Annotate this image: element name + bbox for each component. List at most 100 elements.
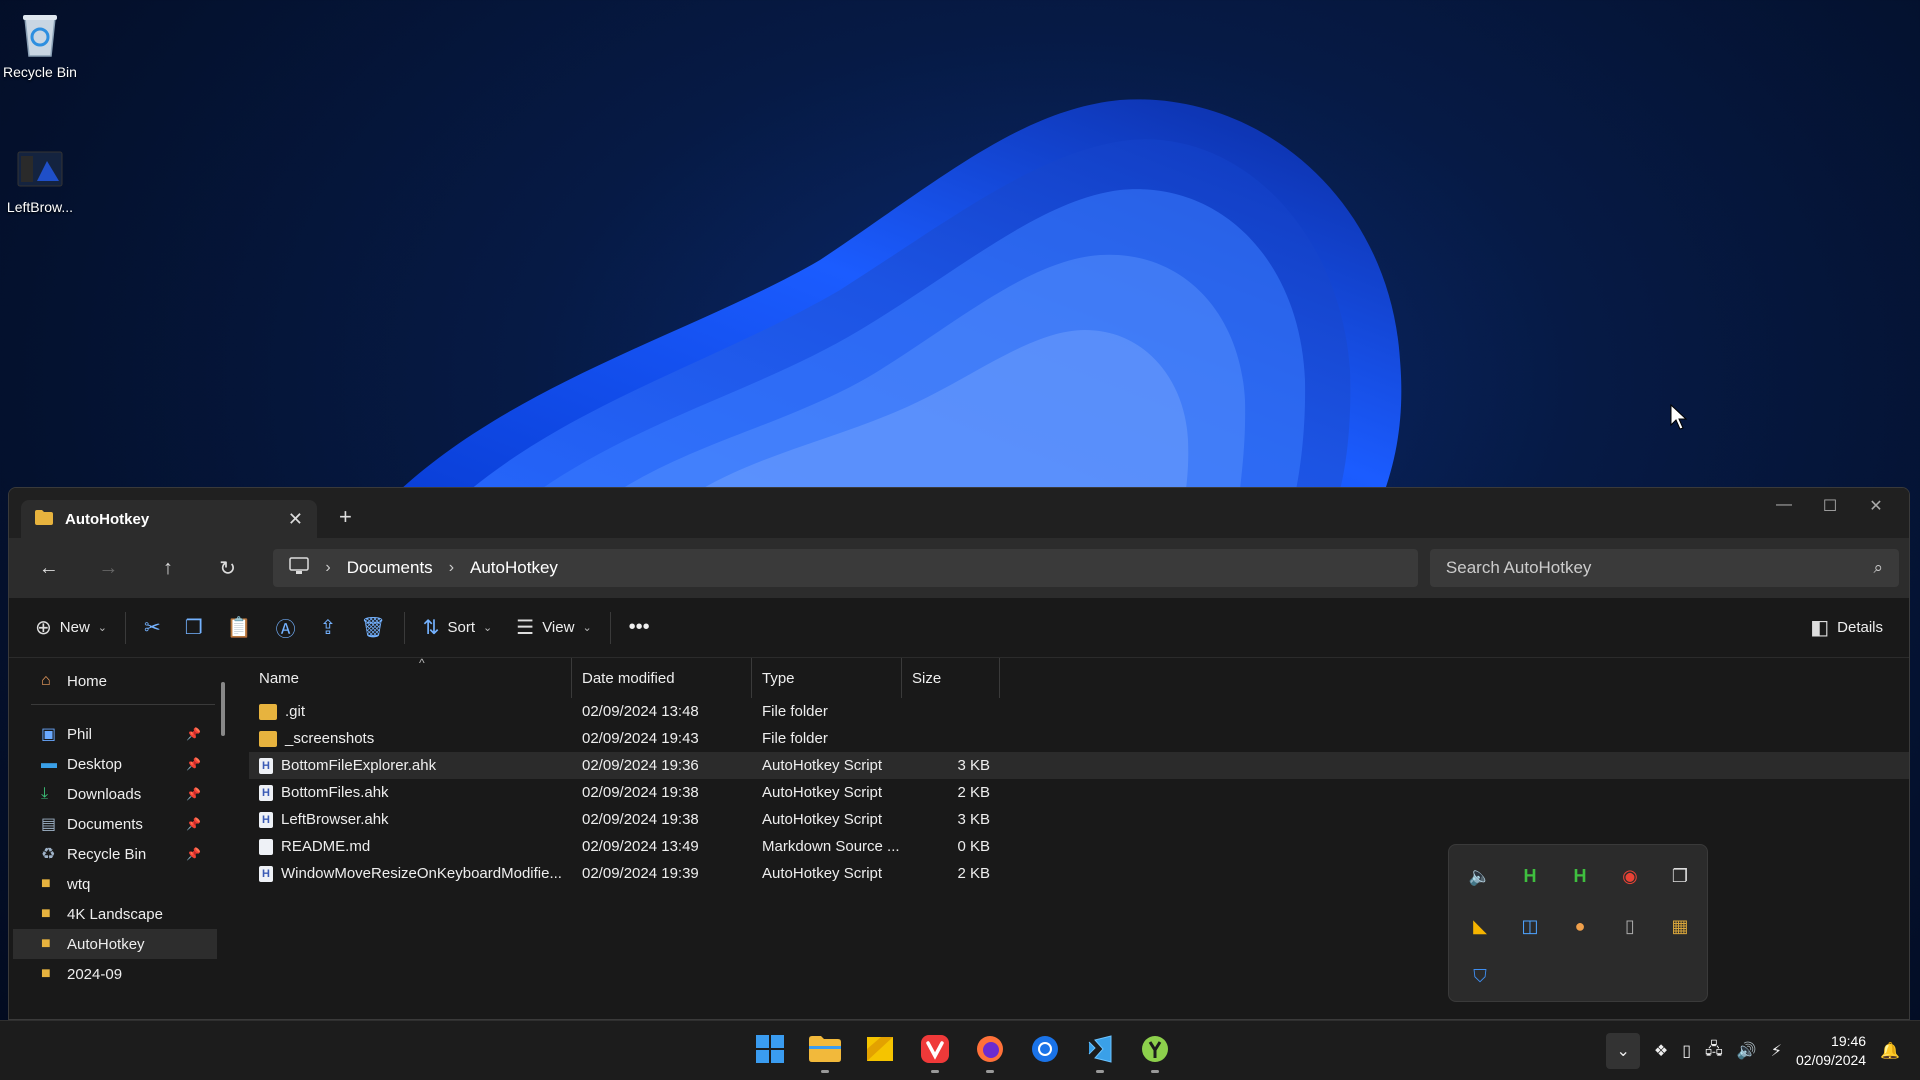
image-tray-icon[interactable]: ▦ xyxy=(1655,901,1705,951)
breadcrumb-autohotkey[interactable]: AutoHotkey xyxy=(470,558,558,578)
divider xyxy=(31,704,215,705)
paste-icon: 📋 xyxy=(226,617,252,639)
chrome-tray-icon[interactable]: ◉ xyxy=(1605,851,1655,901)
taskbar-yuzu[interactable] xyxy=(1133,1029,1177,1073)
tray-overflow-chevron-icon[interactable]: ⌄ xyxy=(1606,1033,1640,1069)
taskbar-sticky-notes[interactable] xyxy=(858,1029,902,1073)
chevron-down-icon: ⌄ xyxy=(97,622,107,634)
share-button[interactable]: ⇪ xyxy=(308,608,349,648)
share-icon: ⇪ xyxy=(319,617,337,639)
notification-bell-icon[interactable]: 🔔 xyxy=(1880,1041,1900,1061)
column-type[interactable]: Type xyxy=(752,658,902,698)
file-name-cell: _screenshots xyxy=(249,730,572,747)
power-icon[interactable]: ⚡ xyxy=(1771,1041,1782,1061)
network-icon[interactable]: 🖧 xyxy=(1705,1038,1723,1065)
refresh-button[interactable]: ↻ xyxy=(198,556,258,581)
nav-item-recycle-bin[interactable]: ♻ Recycle Bin 📌 xyxy=(9,839,237,869)
audio-app-icon[interactable]: 🔈 xyxy=(1455,851,1505,901)
device-tray-icon[interactable]: ▯ xyxy=(1605,901,1655,951)
nav-item-4k-landscape[interactable]: ■ 4K Landscape xyxy=(9,899,237,929)
taskbar-vscode[interactable] xyxy=(1078,1029,1122,1073)
nav-item-desktop[interactable]: ▬ Desktop 📌 xyxy=(9,749,237,779)
clipboard-tray-icon[interactable]: ❐ xyxy=(1655,851,1705,901)
file-explorer-icon xyxy=(809,1036,841,1066)
system-tray: ⌄ ❖ ▯ 🖧 🔊 ⚡ 19:46 02/09/2024 🔔 xyxy=(1606,1021,1900,1080)
start-button[interactable] xyxy=(748,1029,792,1073)
sort-button[interactable]: ⇅ Sort ⌄ xyxy=(411,608,505,648)
dropbox-icon[interactable]: ❖ xyxy=(1654,1041,1668,1061)
view-label: View xyxy=(542,619,575,636)
nav-item-wtq[interactable]: ■ wtq xyxy=(9,869,237,899)
maximize-button[interactable]: ☐ xyxy=(1807,496,1853,516)
pin-icon: 📌 xyxy=(186,787,201,801)
close-window-button[interactable]: ✕ xyxy=(1853,496,1899,516)
folder-icon xyxy=(259,703,277,720)
address-bar[interactable]: › Documents › AutoHotkey xyxy=(273,549,1418,587)
forward-button[interactable]: → xyxy=(79,557,139,580)
usb-drive-icon[interactable]: ▯ xyxy=(1682,1041,1691,1061)
column-date-modified[interactable]: Date modified xyxy=(572,658,752,698)
file-row[interactable]: H BottomFileExplorer.ahk 02/09/2024 19:36 A… xyxy=(249,752,1909,779)
search-input[interactable]: Search AutoHotkey ⌕ xyxy=(1429,549,1899,587)
scrollbar[interactable] xyxy=(221,682,225,736)
taskbar-file-explorer[interactable] xyxy=(803,1029,847,1073)
details-button[interactable]: ◧ Details xyxy=(1798,608,1895,648)
navigation-pane: ⌂ Home ▣ Phil 📌 ▬ Desktop 📌 ⤓ Downloads … xyxy=(9,658,237,1019)
file-name-cell: H BottomFileExplorer.ahk xyxy=(249,757,572,774)
file-name: WindowMoveResizeOnKeyboardModifie... xyxy=(281,865,562,882)
column-size[interactable]: Size xyxy=(902,658,1000,698)
more-options-button[interactable]: ••• xyxy=(617,608,662,648)
file-date-cell: 02/09/2024 19:36 xyxy=(582,757,699,774)
desktop-icon-recycle-bin[interactable]: Recycle Bin xyxy=(0,10,80,80)
tab-autohotkey[interactable]: AutoHotkey ✕ xyxy=(21,500,317,538)
file-date-cell: 02/09/2024 13:48 xyxy=(582,703,699,720)
file-size-cell: 2 KB xyxy=(957,865,990,882)
back-button[interactable]: ← xyxy=(19,557,79,580)
nav-item-label: Recycle Bin xyxy=(67,845,147,863)
rename-button[interactable]: Ⓐ xyxy=(264,608,308,648)
autohotkey-tray-icon[interactable]: H xyxy=(1555,851,1605,901)
view-button[interactable]: ☰ View ⌄ xyxy=(504,608,603,648)
nav-item-documents[interactable]: ▤ Documents 📌 xyxy=(9,809,237,839)
copy-button[interactable]: ❐ xyxy=(173,608,215,648)
file-row[interactable]: _screenshots 02/09/2024 19:43 File folder xyxy=(249,725,1909,752)
nav-item-phil[interactable]: ▣ Phil 📌 xyxy=(9,719,237,749)
running-indicator xyxy=(931,1070,939,1073)
vivaldi-icon xyxy=(920,1034,950,1068)
file-name: LeftBrowser.ahk xyxy=(281,811,389,828)
yuzu-icon xyxy=(1140,1034,1170,1068)
ahk-file-icon: H xyxy=(259,811,273,828)
breadcrumb-documents[interactable]: Documents xyxy=(347,558,433,578)
file-row[interactable]: .git 02/09/2024 13:48 File folder xyxy=(249,698,1909,725)
new-button[interactable]: ⊕ New ⌄ xyxy=(23,608,119,648)
minimize-button[interactable]: — xyxy=(1761,496,1807,516)
taskbar-chrome[interactable] xyxy=(1023,1029,1067,1073)
up-button[interactable]: ↑ xyxy=(138,557,198,580)
documents-icon: ▤ xyxy=(41,816,57,833)
nav-item-downloads[interactable]: ⤓ Downloads 📌 xyxy=(9,779,237,809)
file-row[interactable]: H LeftBrowser.ahk 02/09/2024 19:38 AutoHotk… xyxy=(249,806,1909,833)
close-tab-icon[interactable]: ✕ xyxy=(288,509,303,530)
ellipsis-icon: ••• xyxy=(628,616,650,638)
sticky-notes-tray-icon[interactable]: ◣ xyxy=(1455,901,1505,951)
clock[interactable]: 19:46 02/09/2024 xyxy=(1796,1032,1866,1070)
orb-tray-icon[interactable]: ● xyxy=(1555,901,1605,951)
paste-button[interactable]: 📋 xyxy=(215,608,264,648)
cut-button[interactable]: ✂ xyxy=(132,608,173,648)
file-row[interactable]: H BottomFiles.ahk 02/09/2024 19:38 AutoHotk… xyxy=(249,779,1909,806)
new-tab-button[interactable]: + xyxy=(339,504,352,530)
bracket-tray-icon[interactable]: ◫ xyxy=(1505,901,1555,951)
running-indicator xyxy=(821,1070,829,1073)
volume-icon[interactable]: 🔊 xyxy=(1737,1041,1757,1061)
nav-item-2024-09[interactable]: ■ 2024-09 xyxy=(9,959,237,989)
column-name[interactable]: Name xyxy=(249,658,572,698)
nav-item-autohotkey[interactable]: ■ AutoHotkey xyxy=(13,929,217,959)
taskbar-firefox[interactable] xyxy=(968,1029,1012,1073)
desktop-icon-leftbrowser[interactable]: LeftBrow... xyxy=(0,145,80,215)
nav-item-home[interactable]: ⌂ Home xyxy=(9,666,237,696)
new-label: New xyxy=(59,619,90,636)
taskbar-vivaldi[interactable] xyxy=(913,1029,957,1073)
autohotkey-tray-icon[interactable]: H xyxy=(1505,851,1555,901)
security-warning-icon[interactable]: ⛉ xyxy=(1455,951,1505,1001)
delete-button[interactable]: 🗑 xyxy=(348,608,397,648)
